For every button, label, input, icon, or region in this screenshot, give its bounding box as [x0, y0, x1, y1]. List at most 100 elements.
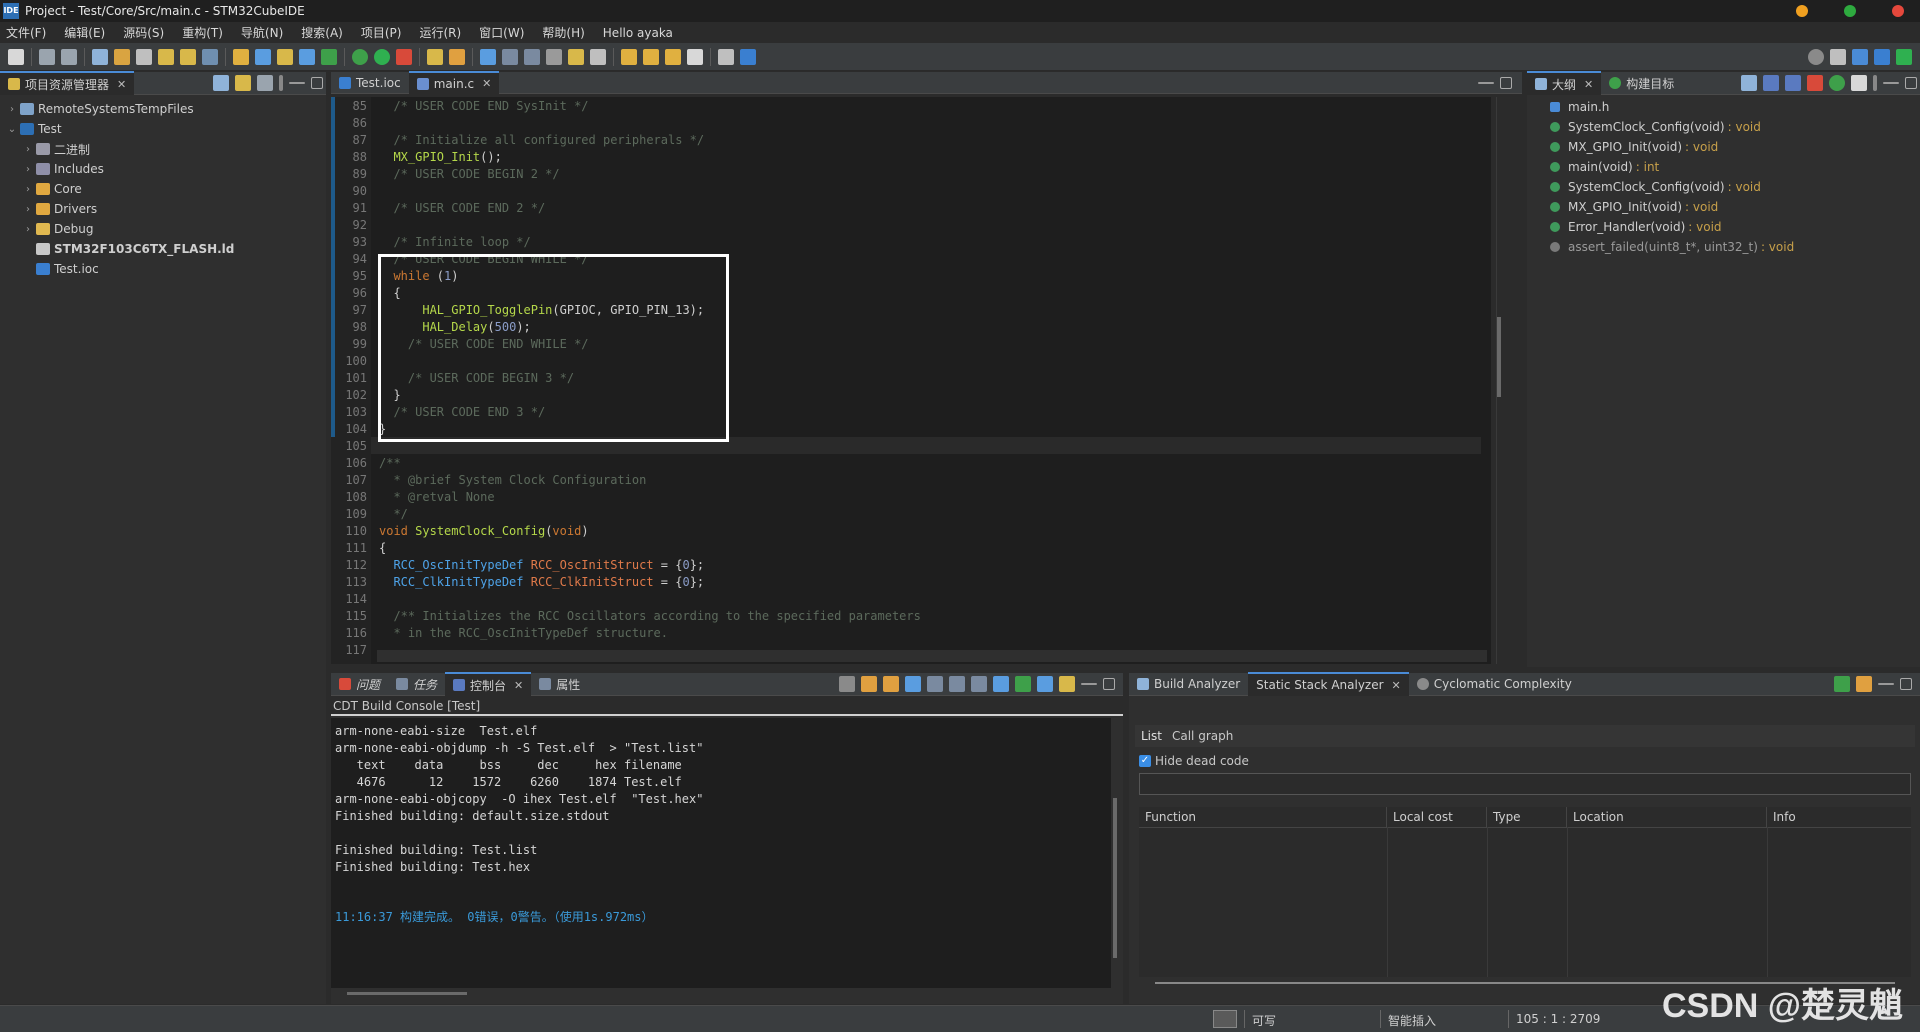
- tree-item-ld-file[interactable]: STM32F103C6TX_FLASH.ld: [0, 239, 326, 259]
- run-icon[interactable]: [374, 48, 390, 65]
- menu-search[interactable]: 搜索(A): [301, 24, 343, 41]
- outline-item[interactable]: SystemClock_Config(void): void: [1550, 178, 1761, 196]
- outline-item[interactable]: MX_GPIO_Init(void): void: [1550, 138, 1718, 156]
- close-icon[interactable]: ✕: [1392, 679, 1401, 692]
- menu-edit[interactable]: 编辑(E): [64, 24, 105, 41]
- word-wrap-icon[interactable]: [949, 676, 965, 692]
- menu-run[interactable]: 运行(R): [419, 24, 461, 41]
- maximize-icon[interactable]: [1900, 678, 1912, 690]
- tab-tasks[interactable]: 任务: [388, 673, 445, 695]
- open-console-icon[interactable]: [1015, 676, 1031, 692]
- column-location[interactable]: Location: [1567, 807, 1767, 827]
- pin-console-icon[interactable]: [927, 676, 943, 692]
- tree-item-ioc[interactable]: Test.ioc: [0, 259, 326, 279]
- undo-icon[interactable]: [158, 48, 174, 65]
- export-icon[interactable]: [1834, 676, 1850, 692]
- debug-perspective-icon[interactable]: [1896, 48, 1912, 65]
- chip-icon[interactable]: [233, 48, 249, 65]
- tab-cyclomatic-complexity[interactable]: Cyclomatic Complexity: [1409, 673, 1580, 695]
- tab-problems[interactable]: 问题: [331, 673, 388, 695]
- show-whitespace-icon[interactable]: [524, 48, 540, 65]
- close-icon[interactable]: ✕: [1584, 78, 1593, 91]
- outline-item[interactable]: Error_Handler(void): void: [1550, 218, 1722, 236]
- view-menu-icon[interactable]: [1873, 75, 1877, 91]
- hide-nonpublic-icon[interactable]: [1829, 75, 1845, 91]
- open-type-icon[interactable]: [427, 48, 443, 65]
- tree-item-remote[interactable]: › RemoteSystemsTempFiles: [0, 99, 326, 119]
- new-class-icon[interactable]: [255, 48, 271, 65]
- menu-help[interactable]: 帮助(H): [542, 24, 584, 41]
- collapse-icon[interactable]: [1741, 75, 1757, 91]
- console-menu-icon[interactable]: [1059, 676, 1075, 692]
- redo-icon[interactable]: [180, 48, 196, 65]
- tab-build-targets[interactable]: 构建目标: [1601, 72, 1682, 94]
- menu-source[interactable]: 源码(S): [123, 24, 164, 41]
- search-file-icon[interactable]: [449, 48, 465, 65]
- maximize-icon[interactable]: [1905, 77, 1917, 89]
- info-icon[interactable]: [740, 48, 756, 65]
- subtab-list[interactable]: List: [1135, 729, 1168, 743]
- minimize-icon[interactable]: [1883, 82, 1899, 84]
- menu-navigate[interactable]: 导航(N): [241, 24, 283, 41]
- forward-history-icon[interactable]: [643, 48, 659, 65]
- external-tools-icon[interactable]: [396, 48, 412, 65]
- refresh-icon[interactable]: [1856, 676, 1872, 692]
- menu-file[interactable]: 文件(F): [6, 24, 46, 41]
- close-button[interactable]: [1892, 5, 1904, 17]
- tree-item-binaries[interactable]: › 二进制: [0, 139, 326, 159]
- tab-build-analyzer[interactable]: Build Analyzer: [1129, 673, 1248, 695]
- open-perspective-icon[interactable]: [718, 48, 734, 65]
- next-error-icon[interactable]: [861, 676, 877, 692]
- mx-perspective-icon[interactable]: [1874, 48, 1890, 65]
- code-editor[interactable]: 85 /* USER CODE END SysInit */ 86 87 /* In…: [331, 97, 1501, 664]
- filter-icon[interactable]: [257, 75, 273, 91]
- back-arrow-icon[interactable]: [665, 48, 681, 65]
- menu-refactor[interactable]: 重构(T): [182, 24, 223, 41]
- tab-project-explorer[interactable]: 项目资源管理器 ✕: [0, 71, 135, 95]
- close-icon[interactable]: ✕: [117, 78, 126, 91]
- column-type[interactable]: Type: [1487, 807, 1567, 827]
- toggle-highlight-icon[interactable]: [480, 48, 496, 65]
- minimize-icon[interactable]: [289, 82, 305, 84]
- search-icon[interactable]: [1808, 48, 1824, 65]
- close-icon[interactable]: ✕: [514, 679, 523, 692]
- build-all-icon[interactable]: [136, 48, 152, 65]
- menu-window[interactable]: 窗口(W): [479, 24, 524, 41]
- minimize-button[interactable]: [1796, 5, 1808, 17]
- tab-main-c[interactable]: main.c ✕: [408, 70, 500, 95]
- hide-static-icon[interactable]: [1807, 75, 1823, 91]
- cpp-perspective-icon[interactable]: [1852, 48, 1868, 65]
- column-local-cost[interactable]: Local cost: [1387, 807, 1487, 827]
- new-file-icon[interactable]: [299, 48, 315, 65]
- chevron-right-icon[interactable]: ›: [22, 164, 34, 175]
- maximize-icon[interactable]: [1103, 678, 1115, 690]
- tab-test-ioc[interactable]: Test.ioc: [331, 72, 409, 94]
- tab-properties[interactable]: 属性: [531, 673, 588, 695]
- prev-error-icon[interactable]: [883, 676, 899, 692]
- collapse-all-icon[interactable]: [213, 75, 229, 91]
- minimize-icon[interactable]: [1081, 683, 1097, 685]
- copy-icon[interactable]: [971, 676, 987, 692]
- horizontal-scrollbar[interactable]: [377, 650, 1487, 662]
- toggle-block-icon[interactable]: [502, 48, 518, 65]
- clear-console-icon[interactable]: [839, 676, 855, 692]
- tab-outline[interactable]: 大纲 ✕: [1527, 71, 1602, 95]
- forward-arrow-icon[interactable]: [687, 48, 703, 65]
- tree-item-test[interactable]: ⌄ Test: [0, 119, 326, 139]
- outline-item[interactable]: MX_GPIO_Init(void): void: [1550, 198, 1718, 216]
- console-hscrollbar[interactable]: [347, 992, 467, 995]
- maximize-icon[interactable]: [1500, 76, 1512, 89]
- hide-dead-code-checkbox[interactable]: ✓: [1139, 755, 1151, 767]
- chevron-right-icon[interactable]: ›: [22, 224, 34, 235]
- menu-project[interactable]: 项目(P): [361, 24, 402, 41]
- save-all-icon[interactable]: [61, 48, 77, 65]
- close-icon[interactable]: ✕: [482, 77, 491, 90]
- tree-item-core[interactable]: › Core: [0, 179, 326, 199]
- maximize-icon[interactable]: [311, 77, 323, 89]
- chevron-right-icon[interactable]: ›: [22, 204, 34, 215]
- paragraph-icon[interactable]: [546, 48, 562, 65]
- console-output[interactable]: arm-none-eabi-size Test.elf arm-none-eab…: [331, 718, 1117, 988]
- console-scrollbar[interactable]: [1113, 798, 1117, 958]
- chevron-right-icon[interactable]: ›: [6, 104, 18, 115]
- pin-icon[interactable]: [590, 48, 606, 65]
